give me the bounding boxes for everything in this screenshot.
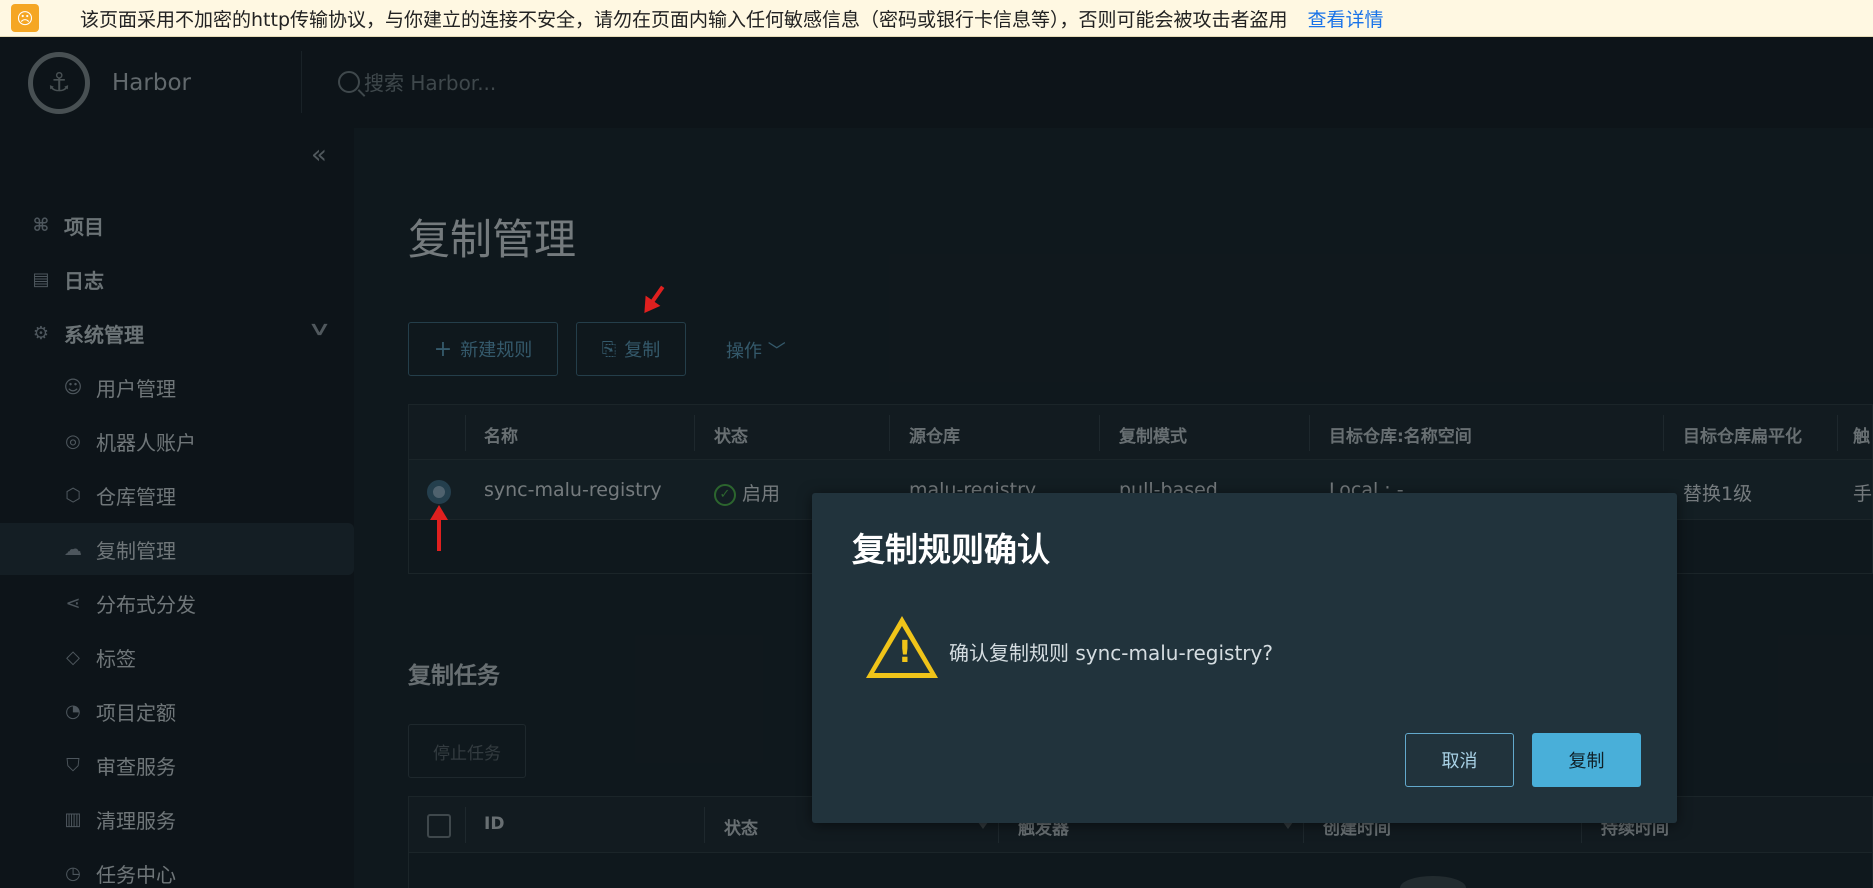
annotation-arrow	[430, 505, 448, 551]
copy-confirm-dialog: 复制规则确认 ! 确认复制规则 sync-malu-registry? 取消 复…	[812, 493, 1677, 823]
exclamation-icon: !	[898, 635, 912, 670]
insecure-warning-text: 该页面采用不加密的http传输协议，与你建立的连接不安全，请勿在页面内输入任何敏…	[80, 8, 1288, 31]
warning-badge-icon: ☹	[11, 4, 39, 32]
insecure-connection-bar: ☹ 该页面采用不加密的http传输协议，与你建立的连接不安全，请勿在页面内输入任…	[0, 0, 1873, 37]
confirm-copy-button[interactable]: 复制	[1532, 733, 1641, 787]
dialog-title: 复制规则确认	[852, 530, 1050, 569]
cancel-button[interactable]: 取消	[1405, 733, 1514, 787]
view-details-link[interactable]: 查看详情	[1308, 5, 1384, 32]
dialog-message: 确认复制规则 sync-malu-registry?	[949, 641, 1273, 665]
